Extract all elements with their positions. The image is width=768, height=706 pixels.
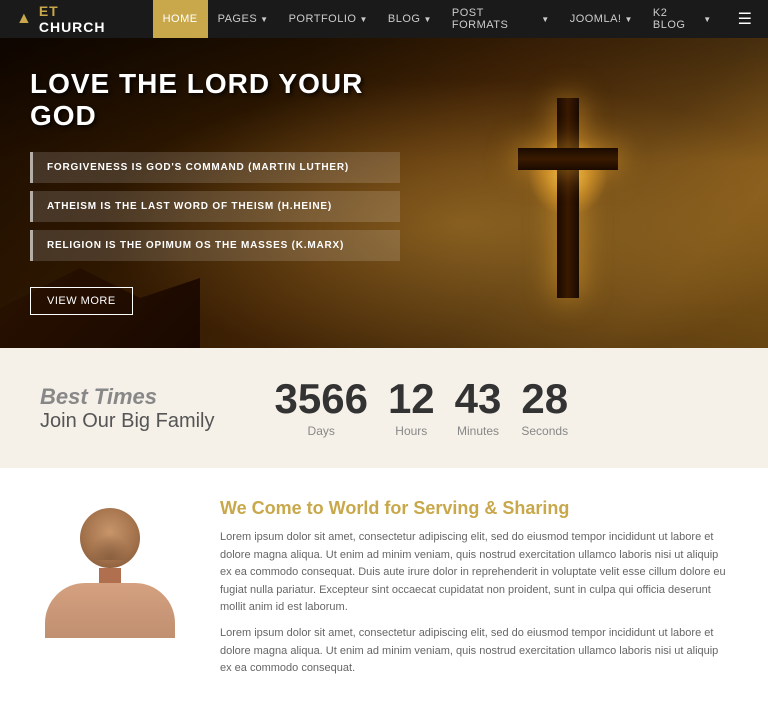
- countdown-section: Best Times Join Our Big Family 3566 Days…: [0, 348, 768, 468]
- cross-vertical: [557, 98, 579, 298]
- hero-section: LOVE THE LORD YOUR GOD FORGIVENESS IS GO…: [0, 38, 768, 348]
- countdown-seconds-value: 28: [521, 378, 568, 420]
- hamburger-icon[interactable]: ☰: [738, 9, 752, 29]
- nav-item-home[interactable]: HOME: [153, 0, 208, 38]
- hero-quote-2: ATHEISM IS THE LAST WORD OF THEISM (H.He…: [30, 191, 400, 222]
- about-title: We Come to World for Serving & Sharing: [220, 498, 728, 519]
- hero-content: LOVE THE LORD YOUR GOD FORGIVENESS IS GO…: [0, 38, 430, 345]
- countdown-minutes-label: Minutes: [455, 424, 502, 438]
- hero-quote-3: RELIGION IS THE OPIMUM OS THE MASSES (K.…: [30, 230, 400, 261]
- countdown-minutes-value: 43: [455, 378, 502, 420]
- countdown-title: Best Times: [40, 384, 215, 410]
- nav-item-k2blog[interactable]: K2 BLOG▼: [643, 0, 722, 38]
- nav-links: HOME PAGES▼ PORTFOLIO▼ BLOG▼ POST FORMAT…: [153, 0, 722, 38]
- countdown-numbers: 3566 Days 12 Hours 43 Minutes 28 Seconds: [275, 378, 569, 438]
- brand-icon: ▲: [16, 10, 33, 28]
- about-section: We Come to World for Serving & Sharing L…: [0, 468, 768, 706]
- about-paragraph-1: Lorem ipsum dolor sit amet, consectetur …: [220, 529, 728, 617]
- hero-title: LOVE THE LORD YOUR GOD: [30, 68, 400, 132]
- cross-decoration: [488, 98, 648, 318]
- brand-name: ET CHURCH: [39, 3, 129, 35]
- countdown-heading: Best Times Join Our Big Family: [40, 384, 215, 433]
- countdown-days: 3566 Days: [275, 378, 368, 438]
- countdown-hours-value: 12: [388, 378, 435, 420]
- person-face: [85, 530, 135, 560]
- countdown-hours: 12 Hours: [388, 378, 435, 438]
- countdown-seconds-label: Seconds: [521, 424, 568, 438]
- countdown-minutes: 43 Minutes: [455, 378, 502, 438]
- person-image: [40, 508, 180, 638]
- nav-item-pages[interactable]: PAGES▼: [208, 0, 279, 38]
- countdown-days-label: Days: [275, 424, 368, 438]
- countdown-subtitle: Join Our Big Family: [40, 410, 215, 433]
- countdown-days-value: 3566: [275, 378, 368, 420]
- person-head: [80, 508, 140, 568]
- nav-item-post-formats[interactable]: POST FORMATS▼: [442, 0, 560, 38]
- cross-horizontal: [518, 148, 618, 170]
- about-image-column: [20, 498, 200, 686]
- about-text-column: We Come to World for Serving & Sharing L…: [200, 498, 748, 686]
- brand-logo[interactable]: ▲ ET CHURCH: [16, 3, 129, 35]
- person-shoulders: [45, 583, 175, 638]
- nav-item-joomla[interactable]: JOOMLA!▼: [560, 0, 643, 38]
- nav-item-blog[interactable]: BLOG▼: [378, 0, 442, 38]
- countdown-seconds: 28 Seconds: [521, 378, 568, 438]
- countdown-hours-label: Hours: [388, 424, 435, 438]
- view-more-button[interactable]: View More: [30, 287, 133, 315]
- about-paragraph-2: Lorem ipsum dolor sit amet, consectetur …: [220, 625, 728, 678]
- nav-item-portfolio[interactable]: PORTFOLIO▼: [279, 0, 378, 38]
- navbar: ▲ ET CHURCH HOME PAGES▼ PORTFOLIO▼ BLOG▼…: [0, 0, 768, 38]
- hero-quote-1: FORGIVENESS IS GOD'S COMMAND (Martin Lut…: [30, 152, 400, 183]
